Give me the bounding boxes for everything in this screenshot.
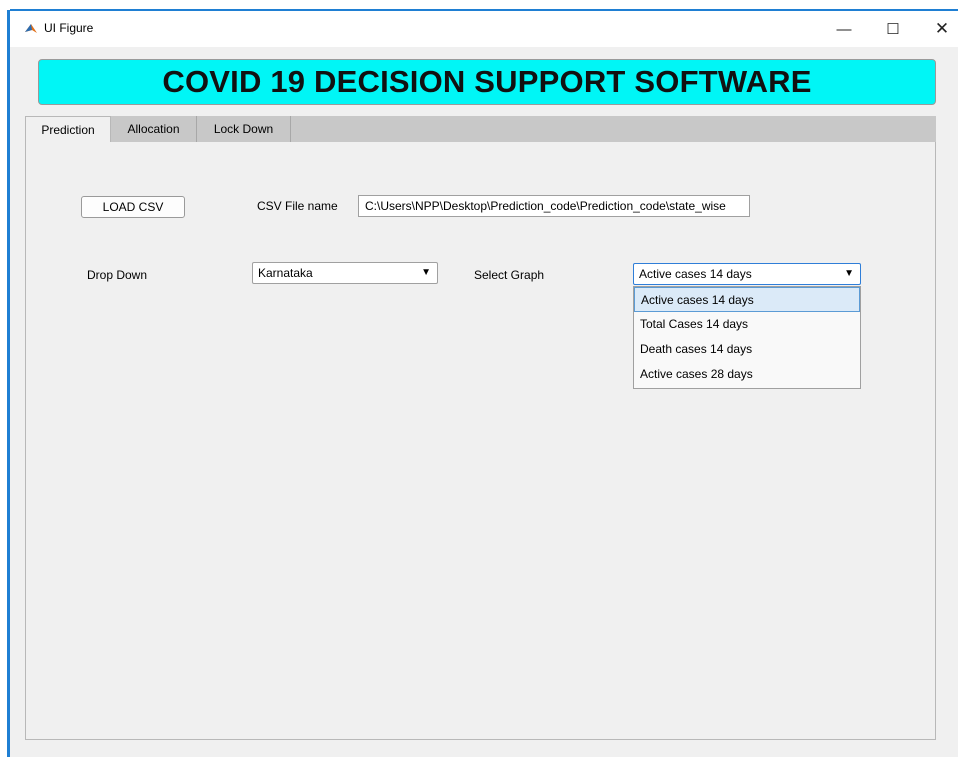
tab-strip: Prediction Allocation Lock Down [25,116,936,143]
chevron-down-icon: ▼ [844,268,854,279]
title-bar: UI Figure — ☐ ✕ [10,11,958,47]
graph-option[interactable]: Total Cases 14 days [634,312,860,337]
load-csv-button[interactable]: LOAD CSV [81,196,185,218]
graph-option[interactable]: Active cases 14 days [634,287,860,312]
close-button[interactable]: ✕ [919,11,958,47]
chevron-down-icon: ▼ [421,267,431,278]
graph-dropdown-value: Active cases 14 days [639,267,752,281]
minimize-button[interactable]: — [821,11,867,47]
csv-file-name-label: CSV File name [257,199,338,213]
window-title: UI Figure [44,21,94,35]
window-left-border [0,0,10,757]
figure-client-area: COVID 19 DECISION SUPPORT SOFTWARE Predi… [10,47,958,757]
tab-lock-down[interactable]: Lock Down [197,116,291,142]
tab-allocation[interactable]: Allocation [111,116,197,142]
maximize-button[interactable]: ☐ [870,11,916,47]
state-dropdown-value: Karnataka [258,266,313,280]
matlab-icon [25,24,37,33]
graph-option[interactable]: Death cases 14 days [634,337,860,362]
graph-dropdown[interactable]: Active cases 14 days ▼ [633,263,861,285]
select-graph-label: Select Graph [474,268,545,282]
csv-file-name-field[interactable]: C:\Users\NPP\Desktop\Prediction_code\Pre… [358,195,750,217]
tab-prediction[interactable]: Prediction [25,116,111,143]
graph-option[interactable]: Active cases 28 days [634,362,860,387]
window-top-border [0,0,958,11]
app-banner-title: COVID 19 DECISION SUPPORT SOFTWARE [38,59,936,105]
prediction-panel: LOAD CSV CSV File name C:\Users\NPP\Desk… [25,142,936,740]
state-dropdown[interactable]: Karnataka ▼ [252,262,438,284]
drop-down-label: Drop Down [87,268,148,282]
graph-dropdown-list: Active cases 14 days Total Cases 14 days… [633,286,861,389]
